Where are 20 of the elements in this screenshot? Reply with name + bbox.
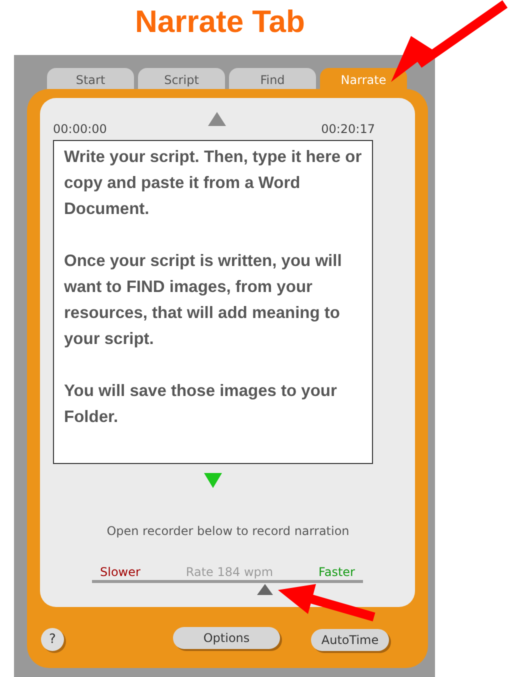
tab[interactable]: Find xyxy=(229,68,316,89)
script-paragraph: Once your script is written, you will want to FIND images, from your resources, that will add meaning to your script. xyxy=(64,251,343,350)
page-heading: Narrate Tab xyxy=(134,3,306,41)
hint-text: Open recorder below to record narration xyxy=(106,524,350,538)
start-time: 00:00:00 xyxy=(53,121,107,136)
slower-label: Slower xyxy=(100,565,140,579)
options-button[interactable]: Options xyxy=(173,627,280,649)
tab[interactable]: Start xyxy=(47,68,134,89)
tab[interactable]: Script xyxy=(138,68,225,89)
rate-reading: Rate 184 wpm xyxy=(186,565,274,579)
script-field[interactable] xyxy=(53,140,373,464)
autotime-button[interactable]: AutoTime xyxy=(311,629,389,651)
tab[interactable]: Narrate xyxy=(320,68,407,89)
script-paragraph: Write your script. Then, type it here or copy and paste it from a Word Document. xyxy=(64,147,362,220)
faster-label: Faster xyxy=(318,565,355,579)
scroll-down-icon[interactable] xyxy=(204,473,222,488)
help-button[interactable]: ? xyxy=(41,628,64,651)
end-time: 00:20:17 xyxy=(321,121,375,136)
scroll-up-icon[interactable] xyxy=(208,112,226,126)
script-paragraph: You will save those images to your Folder. xyxy=(64,381,338,428)
